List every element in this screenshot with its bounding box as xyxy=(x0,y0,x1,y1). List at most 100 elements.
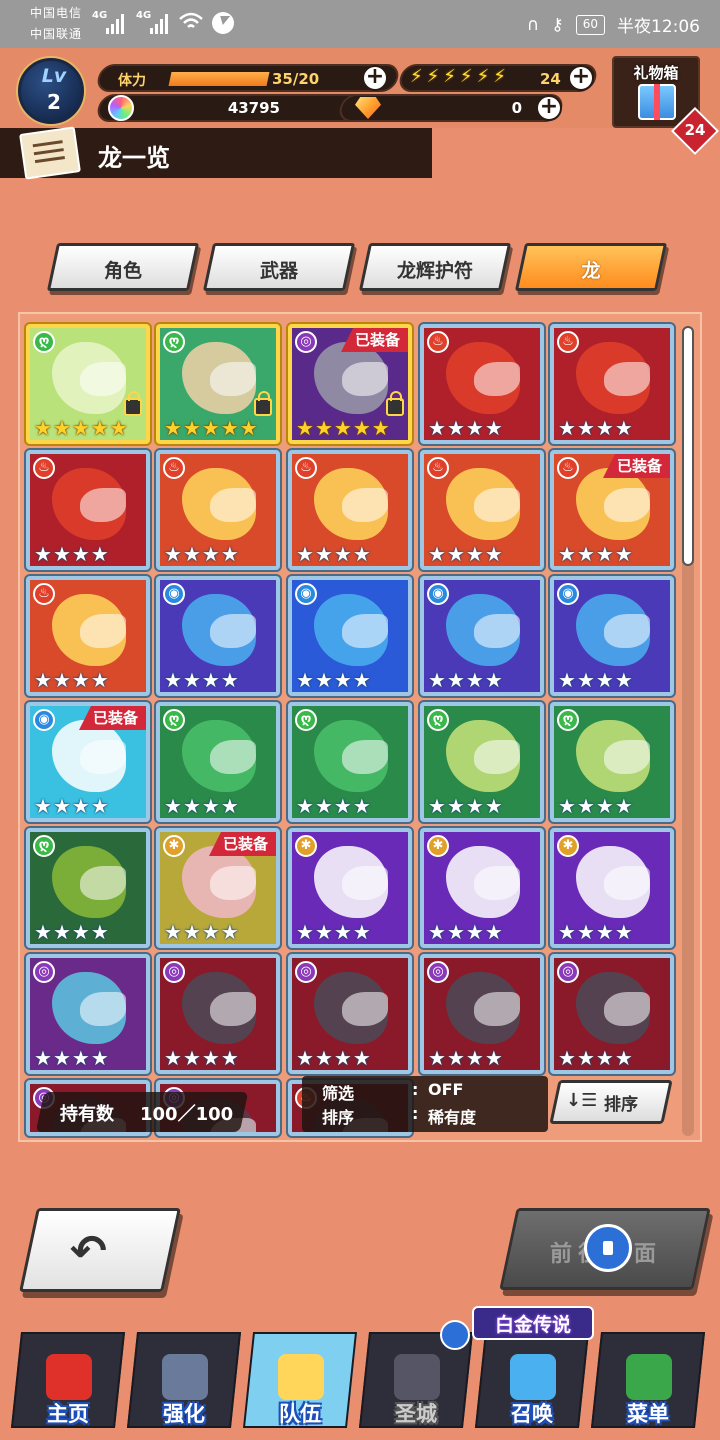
rarity-stars: ★ ★ ★ ★ xyxy=(164,544,239,564)
star-icon: ★ xyxy=(34,542,52,566)
rarity-stars: ★ ★ ★ ★ xyxy=(428,670,503,690)
dragon-card[interactable]: ♨ ★ ★ ★ ★ xyxy=(420,324,544,444)
star-icon: ★ xyxy=(182,794,201,818)
energy-bolt-icon: ⚡ xyxy=(459,66,473,87)
dragon-card[interactable]: ღ ★ ★ ★ ★ xyxy=(288,702,412,822)
dragon-card[interactable]: ◉ ★ ★ ★ ★ xyxy=(420,576,544,696)
equipped-tag: 已装备 xyxy=(208,832,276,856)
dragon-card[interactable]: ◎ ★ ★ ★ ★ xyxy=(288,954,412,1074)
dark-element-icon: ◎ xyxy=(427,961,449,983)
star-icon: ★ xyxy=(52,794,71,818)
energy-bolt-icon: ⚡ xyxy=(410,66,423,87)
dragon-card[interactable]: ღ ★ ★ ★ ★ xyxy=(156,702,280,822)
add-stamina-button[interactable]: + xyxy=(362,65,388,91)
star-icon: ★ xyxy=(164,542,182,566)
star-icon: ★ xyxy=(52,416,71,440)
back-arrow-icon: ↶ xyxy=(70,1226,107,1277)
dragon-portrait-highlight xyxy=(210,362,256,396)
star-icon: ★ xyxy=(428,542,446,566)
gems-value: 43795 xyxy=(227,99,280,117)
star-icon: ★ xyxy=(34,920,52,944)
level-badge[interactable]: Lv 2 xyxy=(18,58,84,124)
rarity-stars: ★ ★ ★ ★ xyxy=(428,418,503,438)
nav-menu[interactable]: 菜单 xyxy=(590,1320,706,1432)
rarity-stars: ★ ★ ★ ★ xyxy=(34,670,109,690)
star-icon: ★ xyxy=(90,794,109,818)
star-icon: ★ xyxy=(595,1046,614,1070)
dragon-card[interactable]: ღ ★ ★ ★ ★ xyxy=(420,702,544,822)
star-icon: ★ xyxy=(576,920,595,944)
rarity-stars: ★ ★ ★ ★ xyxy=(34,1048,109,1068)
list-scroll-icon xyxy=(19,126,81,180)
dragon-card[interactable]: ◉ ★ ★ ★ ★ xyxy=(288,576,412,696)
star-icon: ★ xyxy=(314,794,333,818)
star-icon: ★ xyxy=(90,1046,109,1070)
nav-summon-icon xyxy=(510,1354,556,1400)
dragon-card[interactable]: ♨ ★ ★ ★ ★ xyxy=(156,450,280,570)
dragon-card[interactable]: ◎ ★ ★ ★ ★ xyxy=(420,954,544,1074)
rarity-stars: ★ ★ ★ ★ xyxy=(296,670,371,690)
dragon-card[interactable]: ღ ★ ★ ★ ★ ★ xyxy=(156,324,280,444)
dragon-card[interactable]: ✱ ★ ★ ★ ★ xyxy=(550,828,674,948)
rarity-stars: ★ ★ ★ ★ xyxy=(428,796,503,816)
tab-dragons-label: 龙 xyxy=(581,260,601,282)
fire-element-icon: ♨ xyxy=(557,331,579,353)
lock-icon xyxy=(386,391,404,416)
dragon-card[interactable]: ♨ ★ ★ ★ ★ 已装备 xyxy=(550,450,674,570)
star-icon: ★ xyxy=(296,542,314,566)
star-icon: ★ xyxy=(201,416,220,440)
dragon-card[interactable]: ♨ ★ ★ ★ ★ xyxy=(288,450,412,570)
add-energy-button[interactable]: + xyxy=(568,65,594,91)
dragon-card[interactable]: ✱ ★ ★ ★ ★ xyxy=(420,828,544,948)
dragon-portrait-highlight xyxy=(474,740,520,774)
scrollbar-thumb[interactable] xyxy=(682,326,694,566)
dragon-portrait-highlight xyxy=(342,740,388,774)
dragon-card[interactable]: ◎ ★ ★ ★ ★ xyxy=(26,954,150,1074)
filter-colon: : xyxy=(412,1080,419,1099)
dragon-card[interactable]: ✱ ★ ★ ★ ★ xyxy=(288,828,412,948)
dragon-card[interactable]: ღ ★ ★ ★ ★ xyxy=(550,702,674,822)
star-icon: ★ xyxy=(52,668,71,692)
stamina-bar-fill xyxy=(168,72,270,86)
rarity-stars: ★ ★ ★ ★ ★ xyxy=(296,418,390,438)
dragon-card[interactable]: ◎ ★ ★ ★ ★ xyxy=(156,954,280,1074)
dragon-card[interactable]: ღ ★ ★ ★ ★ ★ xyxy=(26,324,150,444)
nav-team-icon xyxy=(278,1354,324,1400)
dragon-card[interactable]: ◎ ★ ★ ★ ★ xyxy=(550,954,674,1074)
star-icon: ★ xyxy=(220,920,239,944)
star-icon: ★ xyxy=(558,542,576,566)
star-icon: ★ xyxy=(314,416,333,440)
nav-summon-label: 召唤 xyxy=(511,1402,553,1426)
energy-value: 24 xyxy=(540,70,561,88)
dragon-card[interactable]: ◉ ★ ★ ★ ★ xyxy=(156,576,280,696)
dragon-card[interactable]: ღ ★ ★ ★ ★ xyxy=(26,828,150,948)
dragon-card[interactable]: ♨ ★ ★ ★ ★ xyxy=(26,576,150,696)
dragon-card[interactable]: ◉ ★ ★ ★ ★ xyxy=(550,576,674,696)
dragon-card[interactable]: ◉ ★ ★ ★ ★ 已装备 xyxy=(26,702,150,822)
star-icon: ★ xyxy=(595,920,614,944)
dragon-card[interactable]: ◎ ★ ★ ★ ★ ★ 已装备 xyxy=(288,324,412,444)
nav-team[interactable]: 队伍 xyxy=(242,1320,358,1432)
star-icon: ★ xyxy=(446,920,465,944)
signal-bars-2-icon xyxy=(150,12,168,34)
star-icon: ★ xyxy=(90,668,109,692)
star-icon: ★ xyxy=(201,668,220,692)
nav-home[interactable]: 主页 xyxy=(10,1320,126,1432)
star-icon: ★ xyxy=(164,1046,182,1070)
add-crystals-button[interactable]: + xyxy=(536,95,562,121)
star-icon: ★ xyxy=(465,542,484,566)
star-icon: ★ xyxy=(220,542,239,566)
star-icon: ★ xyxy=(352,1046,371,1070)
dragon-card[interactable]: ♨ ★ ★ ★ ★ xyxy=(26,450,150,570)
star-icon: ★ xyxy=(446,1046,465,1070)
dragon-portrait-highlight xyxy=(474,992,520,1026)
star-icon: ★ xyxy=(428,920,446,944)
rarity-stars: ★ ★ ★ ★ ★ xyxy=(34,418,128,438)
key-icon: ⚷ xyxy=(551,14,564,35)
dragon-card[interactable]: ✱ ★ ★ ★ ★ 已装备 xyxy=(156,828,280,948)
star-icon: ★ xyxy=(484,920,503,944)
dragon-card[interactable]: ♨ ★ ★ ★ ★ xyxy=(550,324,674,444)
dragon-card[interactable]: ♨ ★ ★ ★ ★ xyxy=(420,450,544,570)
tab-weapons-label: 武器 xyxy=(259,260,298,282)
nav-enhance[interactable]: 强化 xyxy=(126,1320,242,1432)
